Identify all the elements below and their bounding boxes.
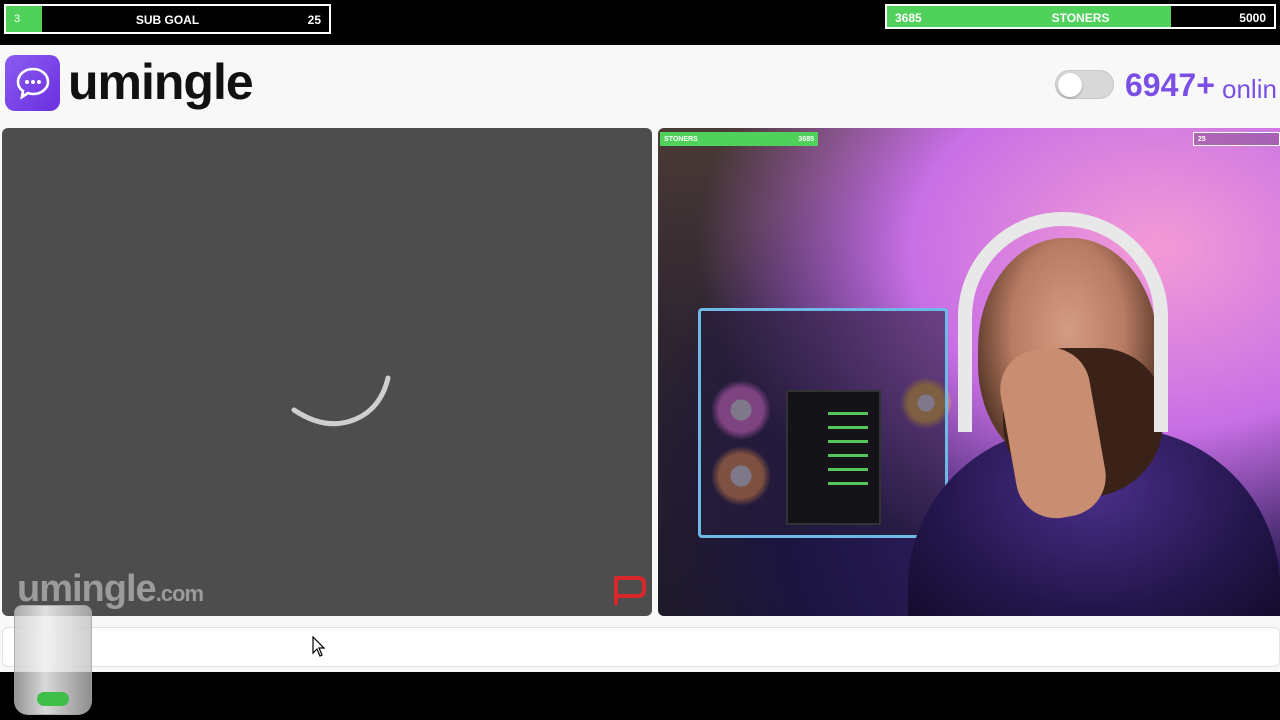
stoners-goal-bar: 3685 STONERS 5000 [885,4,1276,29]
monitor-screen [786,390,881,525]
mirrored-sub-goal-bar: 25 [1193,132,1280,146]
chat-input-row [2,627,1280,667]
toggle-knob [1058,73,1082,97]
watermark-main: umingle [17,568,157,610]
mirrored-stoners-label: STONERS [664,135,698,143]
mirrored-sub-goal-value: 25 [1198,135,1206,143]
spinner-icon [291,375,391,427]
stranger-video: umingle.com [2,128,652,616]
sub-goal-bar: 3 SUB GOAL 25 [4,4,331,34]
online-label: onlin [1222,74,1277,104]
leaf-decoration [37,692,69,706]
theme-toggle[interactable] [1055,70,1114,99]
stoners-goal-target: 5000 [1239,11,1266,25]
umingle-app: umingle 6947+ onlin umingle.com STONERS … [0,45,1280,672]
app-header: umingle 6947+ onlin [0,45,1280,127]
chat-input[interactable] [3,628,1279,666]
sub-goal-target: 25 [307,13,321,27]
watermark-suffix: .com [155,581,204,606]
mouse-cursor-icon [312,636,326,657]
brand-name[interactable]: umingle [68,53,254,111]
stoners-goal-label: STONERS [1051,11,1110,25]
chat-bubble-icon[interactable] [5,55,60,111]
mirrored-stoners-value: 3685 [798,135,814,143]
mirrored-stoners-bar: STONERS 3685 [660,132,818,146]
flag-icon[interactable] [610,575,646,607]
stream-frame: 3 SUB GOAL 25 3685 STONERS 5000 umingle … [0,0,1280,720]
online-count: 6947+ [1125,67,1215,103]
sub-goal-label: SUB GOAL [135,13,200,27]
self-camera-video: STONERS 3685 25 [658,128,1280,616]
drink-cup [14,605,92,715]
